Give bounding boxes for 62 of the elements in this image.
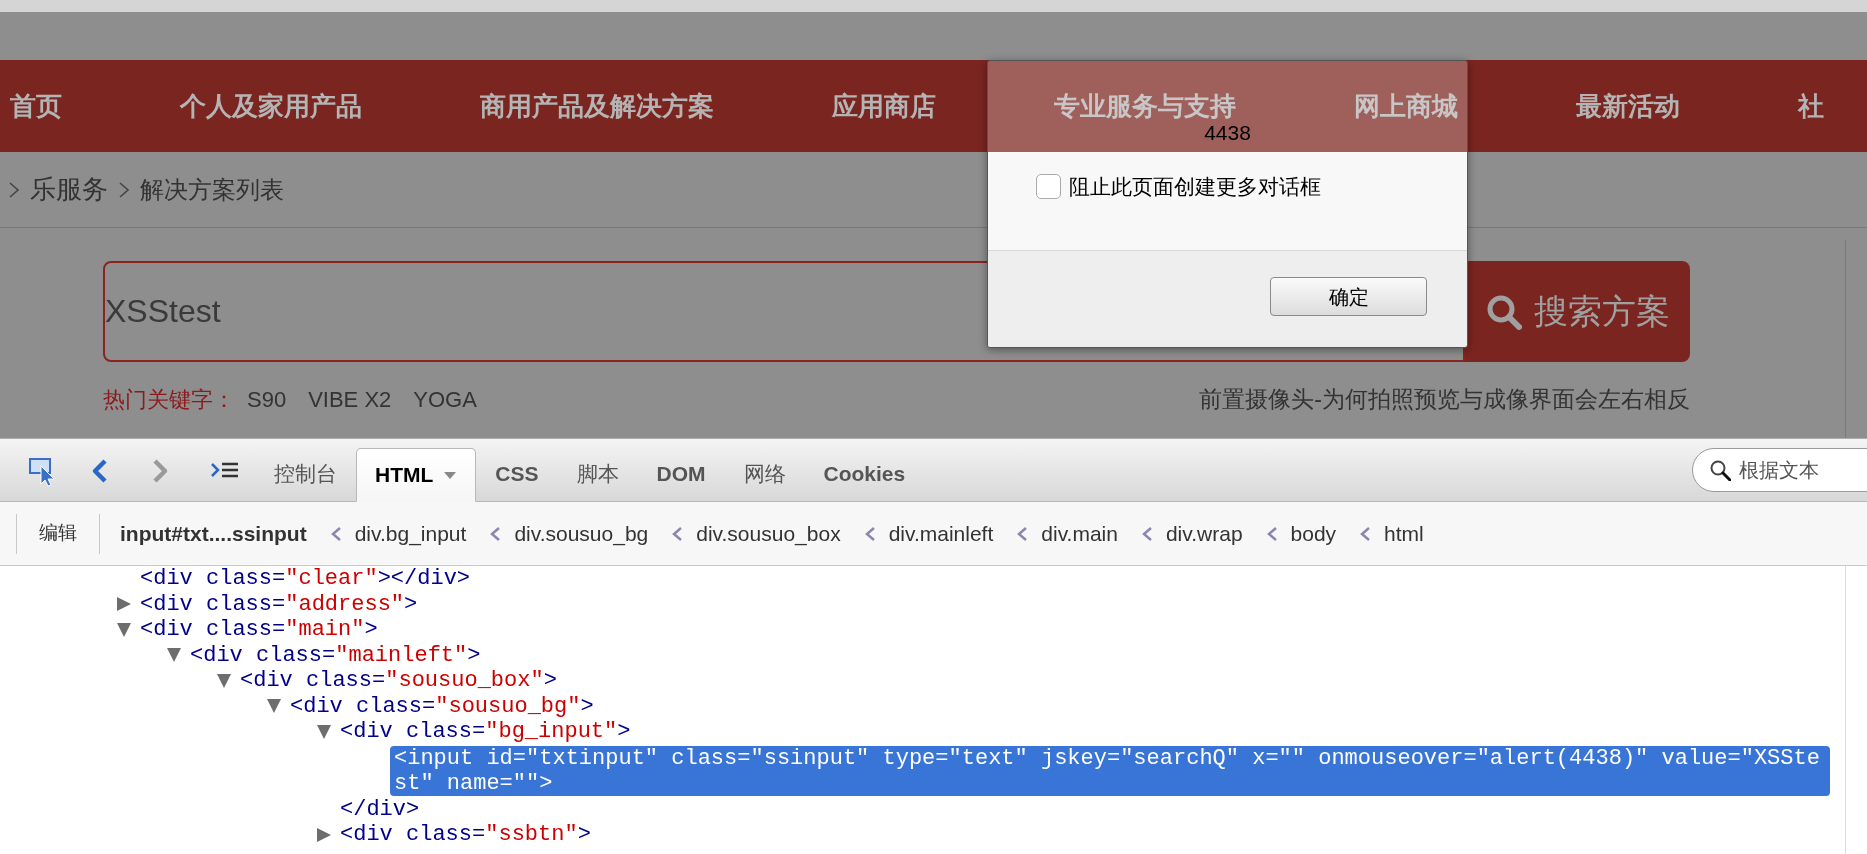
nav-link[interactable]: 首页 (10, 86, 62, 126)
disclosure-triangle-icon[interactable] (115, 595, 133, 614)
chevron-left-icon (1266, 526, 1277, 541)
code-line[interactable]: <div class="address"> (140, 591, 418, 617)
code-line[interactable]: <div class="ssbtn"> (340, 822, 591, 848)
search-input[interactable]: 根据文本 (1739, 455, 1867, 485)
devtools-tab[interactable]: 网络 (724, 447, 805, 501)
disclosure-triangle-icon[interactable] (315, 722, 333, 741)
nav-link[interactable]: 社 (1798, 86, 1824, 126)
nav-link[interactable]: 商用产品及解决方案 (480, 86, 714, 126)
devtools-tab[interactable]: Cookies (804, 447, 925, 501)
chevron-right-icon (8, 180, 20, 199)
hot-keywords-label: 热门关键字： (103, 385, 235, 414)
chevron-right-icon (118, 180, 130, 199)
disclosure-triangle-icon[interactable] (315, 825, 333, 844)
nav-link[interactable]: 应用商店 (832, 86, 936, 126)
element-path-item[interactable]: input#txt....ssinput (120, 517, 307, 550)
keyword-link[interactable]: VIBE X2 (308, 382, 392, 416)
devtools-tab[interactable]: 脚本 (557, 447, 638, 501)
ok-button[interactable]: 确定 (1270, 277, 1427, 316)
code-line[interactable]: <div class="clear"></div> (140, 566, 471, 592)
disclosure-triangle-icon[interactable] (115, 620, 133, 639)
devtools-tab[interactable]: 控制台 (255, 447, 356, 501)
element-path-item[interactable]: div.wrap (1165, 517, 1243, 550)
element-path-item[interactable]: div.mainleft (888, 517, 994, 550)
breadcrumb-link[interactable]: 解决方案列表 (140, 171, 284, 208)
search-icon (1709, 459, 1731, 481)
code-line[interactable]: <div class="bg_input"> (340, 719, 631, 745)
breadcrumb-link[interactable]: 乐服务 (30, 170, 108, 209)
code-line[interactable]: <div class="main"> (140, 617, 378, 643)
element-path-item[interactable]: div.main (1041, 517, 1118, 550)
question-link[interactable]: 前置摄像头-为何拍照预览与成像界面会左右相反 (1199, 382, 1690, 417)
chevron-left-icon (1141, 526, 1152, 541)
search-button[interactable]: 搜索方案 (1465, 261, 1690, 362)
code-line[interactable]: <div class="sousuo_box"> (240, 668, 557, 694)
chevron-left-icon (1360, 526, 1371, 541)
search-field[interactable]: 根据文本 (1692, 448, 1867, 492)
nav-link[interactable]: 个人及家用产品 (180, 86, 362, 126)
checkbox[interactable] (1036, 173, 1061, 199)
keyword-link[interactable]: S90 (247, 382, 287, 416)
search-icon (1485, 293, 1522, 330)
chevron-left-icon (330, 526, 341, 541)
devtools-tab[interactable]: CSS (476, 447, 558, 501)
element-path-item[interactable]: div.sousuo_bg (514, 517, 649, 550)
disclosure-triangle-icon[interactable] (215, 671, 233, 690)
code-line[interactable]: <div class="sousuo_bg"> (290, 693, 594, 719)
devtools-tab[interactable]: DOM (637, 447, 725, 501)
code-line[interactable]: </div> (340, 796, 420, 822)
chevron-left-icon (1017, 526, 1028, 541)
element-path-item[interactable]: html (1384, 517, 1424, 550)
chevron-left-icon (672, 526, 683, 541)
element-path-item[interactable]: div.sousuo_box (696, 517, 841, 550)
code-line[interactable]: <div class="mainleft"> (190, 642, 481, 668)
devtools-tab[interactable]: HTML (356, 448, 477, 502)
edit-button[interactable]: 编辑 (16, 513, 100, 554)
checkbox-label: 阻止此页面创建更多对话框 (1069, 173, 1321, 200)
keyword-link[interactable]: YOGA (413, 382, 477, 416)
element-path-item[interactable]: body (1290, 517, 1337, 550)
chevron-left-icon (864, 526, 875, 541)
element-path-item[interactable]: div.bg_input (354, 517, 467, 550)
chevron-left-icon (490, 526, 501, 541)
nav-link[interactable]: 最新活动 (1576, 86, 1680, 126)
